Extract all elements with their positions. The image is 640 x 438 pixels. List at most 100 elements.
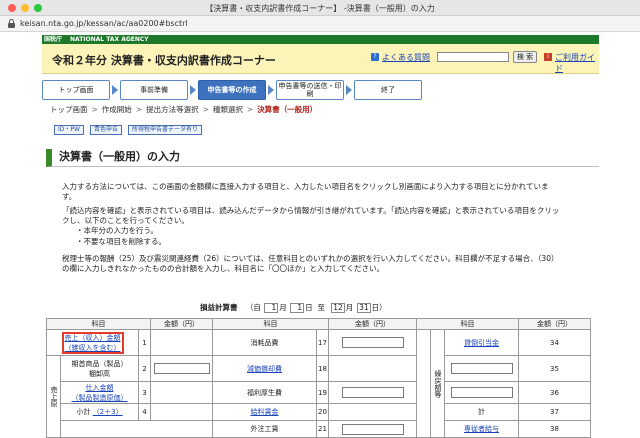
breadcrumb-item: 作成開始	[101, 105, 132, 114]
column-header: 金額（円）	[150, 318, 213, 330]
bad-debt-reserve-link[interactable]: 貸倒引当金	[464, 339, 499, 347]
row-number: 1	[138, 329, 151, 356]
period-close: 日）	[371, 303, 387, 312]
salaries-link[interactable]: 給料賃金	[251, 408, 279, 416]
row-number: 4	[138, 403, 151, 421]
amount-input[interactable]	[341, 387, 404, 398]
amount-input[interactable]	[153, 363, 210, 374]
to-month-input[interactable]: 12	[330, 303, 345, 313]
table-row: 外注工賃 21 専従者給与 38	[47, 420, 591, 438]
amount-cell	[328, 381, 417, 404]
row-number: 21	[316, 420, 329, 438]
item-label: 小計	[76, 408, 91, 416]
item-label: 外注工賃	[212, 420, 317, 438]
table-row: 小計 （2＋3） 4 給料賃金 20 計 37	[47, 403, 591, 421]
breadcrumb-separator: >	[202, 105, 209, 114]
item-sublabel: 棚卸高	[89, 369, 110, 378]
agency-logo[interactable]: 国税庁	[44, 36, 62, 43]
period-label: （自	[245, 303, 261, 312]
instruction-text: 税理士等の報酬（25）及び震災関連経費（26）については、任意科目とのいずれかの…	[62, 254, 559, 273]
section-label: 繰戻額等	[434, 369, 442, 398]
address-bar[interactable]: keisan.nta.go.jp/kessan/ac/aa0200#bsctrl	[0, 16, 640, 32]
item-label: 期首商品（製品）	[71, 359, 128, 368]
family-salary-link[interactable]: 専従者給与	[464, 425, 499, 433]
breadcrumb-separator: >	[91, 105, 98, 114]
breadcrumb-item: 種類選択	[212, 105, 243, 114]
column-header: 金額（円）	[518, 318, 591, 330]
section-label: 売上原	[50, 386, 58, 407]
table-row: 売上原 期首商品（製品） 棚卸高 2 減価償却費 18 35	[46, 355, 591, 438]
row-number: 34	[518, 329, 591, 356]
chevron-right-icon	[112, 85, 118, 95]
table-row: 売上（収入）金額 （雑収入を含む） 1 消耗品費 17 繰戻額等 貸倒引当金 3…	[46, 329, 591, 438]
instruction-bullet: ・不要な項目を削除する。	[76, 237, 166, 246]
row-number: 35	[518, 355, 591, 382]
address-url[interactable]: keisan.nta.go.jp/kessan/ac/aa0200#bsctrl	[20, 19, 188, 28]
sales-amount-link[interactable]: 売上（収入）金額 （雑収入を含む）	[61, 331, 125, 355]
instruction-text: 入力する方法については、この画面の金額欄に直接入力する項目と、入力したい項目名を…	[62, 182, 549, 201]
amount-cell	[328, 403, 417, 421]
income-statement-table: 科目 金額（円） 科目 金額（円） 科目 金額（円） 売上（収入）金額 （雑収入…	[46, 318, 591, 438]
chevron-right-icon	[346, 85, 352, 95]
statement-period: 損益計算書 （自 1月 1日 至 12 月 31 日）	[200, 302, 387, 313]
guide-icon: i	[544, 53, 552, 61]
to-day-input[interactable]: 31	[356, 303, 371, 313]
custom-item-input[interactable]	[450, 387, 513, 398]
tag-income-tax-data: 所得税申告書データ有り	[127, 125, 202, 135]
month-label: 月	[345, 303, 354, 312]
lock-icon	[8, 19, 15, 28]
breadcrumb: トップ画面 > 作成開始 > 提出方法等選択 > 種類選択 > 決算書（一般用）	[50, 104, 317, 115]
tag-id-pw: ID・PW	[54, 125, 84, 135]
amount-cell	[328, 355, 417, 382]
step-create: 申告書等の作成	[198, 80, 266, 100]
page-title: 決算書（一般用）の入力	[46, 149, 599, 167]
sales-amount-cell: 売上（収入）金額 （雑収入を含む）	[46, 329, 139, 356]
corner-header: 令和２年分 決算書・収支内訳書作成コーナー ? よくある質問 検 索 i ご利用…	[42, 44, 599, 74]
depreciation-link[interactable]: 減価償却費	[247, 365, 282, 373]
column-header: 科目	[46, 318, 151, 330]
table-row: 仕入金額 （製品製造原価） 3 福利厚生費 19 36	[47, 381, 591, 404]
amount-cell	[328, 420, 417, 438]
from-day-input[interactable]: 1	[290, 303, 305, 313]
from-month-input[interactable]: 1	[264, 303, 279, 313]
sales-amount-label[interactable]: 売上（収入）金額	[65, 334, 121, 342]
step-top: トップ画面	[42, 80, 110, 100]
item-label: 計	[444, 403, 519, 421]
chevron-right-icon	[190, 85, 196, 95]
item-label-cell	[444, 381, 519, 404]
item-label-cell: 期首商品（製品） 棚卸高	[60, 355, 139, 382]
row-number: 3	[138, 381, 151, 404]
column-header: 科目	[416, 318, 519, 330]
window-titlebar: 【決算書・収支内訳書作成コーナー】 -決算書（一般用）の入力	[0, 0, 640, 16]
breadcrumb-item: トップ画面	[50, 105, 88, 114]
breadcrumb-item: 提出方法等選択	[146, 105, 199, 114]
faq-link[interactable]: よくある質問	[382, 52, 430, 63]
corner-title: 令和２年分 決算書・収支内訳書作成コーナー	[52, 54, 276, 67]
step-end: 終了	[354, 80, 422, 100]
column-header: 科目	[212, 318, 329, 330]
search-button[interactable]: 検 索	[513, 51, 537, 63]
amount-cell	[150, 403, 213, 421]
search-input[interactable]	[437, 52, 509, 62]
breadcrumb-separator: >	[246, 105, 254, 114]
to-label: 至	[317, 303, 325, 312]
sales-amount-sub[interactable]: （雑収入を含む）	[65, 344, 121, 352]
purchases-sub[interactable]: （製品製造原価）	[72, 394, 128, 402]
purchases-link[interactable]: 仕入金額	[86, 384, 114, 392]
section-label-cell: 繰戻額等	[430, 329, 445, 438]
row-number: 37	[518, 403, 591, 421]
agency-name: NATIONAL TAX AGENCY	[70, 36, 149, 43]
question-icon: ?	[371, 53, 379, 61]
custom-item-input[interactable]	[450, 363, 513, 374]
amount-input[interactable]	[341, 337, 404, 348]
window-title: 【決算書・収支内訳書作成コーナー】 -決算書（一般用）の入力	[205, 4, 435, 13]
agency-bar: 国税庁 NATIONAL TAX AGENCY	[42, 35, 599, 44]
step-send-print: 申告書等の送信・印刷	[276, 80, 344, 100]
amount-input[interactable]	[341, 423, 404, 435]
instruction-text: 「読込内容を確認」と表示されている項目は、読み込んだデータから情報が引き継がれて…	[62, 206, 560, 225]
amount-cell	[328, 329, 417, 356]
row-number: 20	[316, 403, 329, 421]
amount-cell	[150, 355, 213, 382]
row-number: 17	[316, 329, 329, 356]
usage-guide-link[interactable]: ご利用ガイド	[555, 52, 599, 74]
